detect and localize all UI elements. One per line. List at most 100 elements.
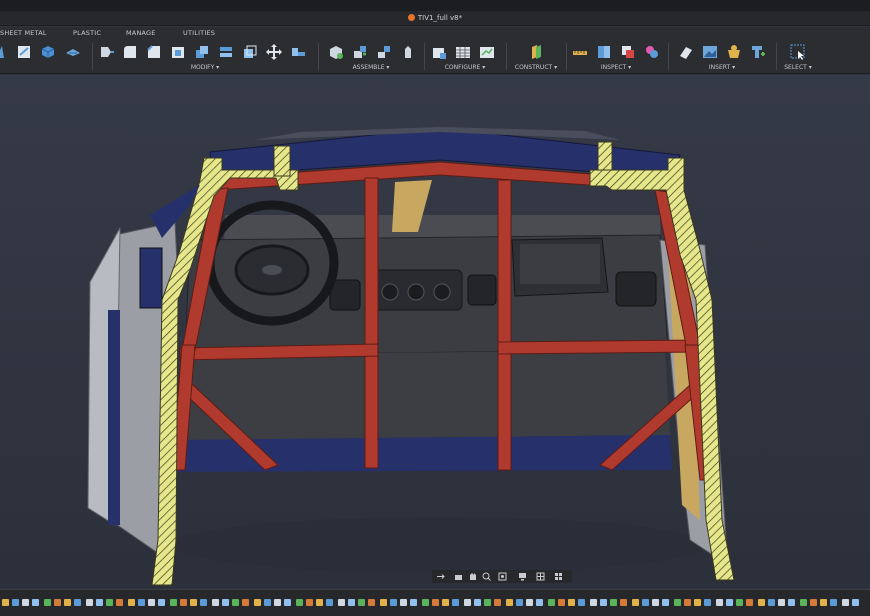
pan-icon[interactable] bbox=[468, 572, 477, 581]
timeline-feature[interactable] bbox=[138, 599, 145, 606]
timeline-feature[interactable] bbox=[54, 599, 61, 606]
timeline-feature[interactable] bbox=[400, 599, 407, 606]
tab-plastic[interactable]: PLASTIC bbox=[73, 29, 101, 37]
flange-icon[interactable] bbox=[0, 44, 10, 60]
timeline-feature[interactable] bbox=[704, 599, 711, 606]
tab-manage[interactable]: MANAGE bbox=[126, 29, 156, 37]
insert-mcmaster-icon[interactable] bbox=[726, 44, 742, 60]
timeline-feature[interactable] bbox=[32, 599, 39, 606]
timeline-feature[interactable] bbox=[410, 599, 417, 606]
timeline-feature[interactable] bbox=[820, 599, 827, 606]
select-icon[interactable] bbox=[790, 44, 806, 60]
timeline-feature[interactable] bbox=[600, 599, 607, 606]
insert-mesh-icon[interactable] bbox=[750, 44, 766, 60]
timeline-feature[interactable] bbox=[758, 599, 765, 606]
configure-group-label[interactable]: CONFIGURE ▾ bbox=[426, 64, 504, 71]
timeline-feature[interactable] bbox=[222, 599, 229, 606]
timeline-feature[interactable] bbox=[810, 599, 817, 606]
timeline-feature[interactable] bbox=[44, 599, 51, 606]
offset-plane-icon[interactable] bbox=[528, 44, 544, 60]
timeline-feature[interactable] bbox=[474, 599, 481, 606]
timeline-feature[interactable] bbox=[800, 599, 807, 606]
display-settings-icon[interactable] bbox=[518, 572, 527, 581]
fit-icon[interactable] bbox=[498, 572, 507, 581]
insert-canvas-icon[interactable] bbox=[702, 44, 718, 60]
timeline-feature[interactable] bbox=[254, 599, 261, 606]
timeline-feature[interactable] bbox=[306, 599, 313, 606]
timeline-feature[interactable] bbox=[452, 599, 459, 606]
rigid-group-icon[interactable] bbox=[400, 44, 416, 60]
timeline-feature[interactable] bbox=[852, 599, 859, 606]
timeline-feature[interactable] bbox=[746, 599, 753, 606]
tab-utilities[interactable]: UTILITIES bbox=[183, 29, 215, 37]
timeline-feature[interactable] bbox=[180, 599, 187, 606]
timeline-feature[interactable] bbox=[284, 599, 291, 606]
timeline-feature[interactable] bbox=[86, 599, 93, 606]
split-body-icon[interactable] bbox=[218, 44, 234, 60]
timeline-feature[interactable] bbox=[662, 599, 669, 606]
configure-design-icon[interactable] bbox=[431, 44, 447, 60]
timeline-feature[interactable] bbox=[12, 599, 19, 606]
shell-icon[interactable] bbox=[170, 44, 186, 60]
configuration-table-icon[interactable] bbox=[455, 44, 471, 60]
timeline-feature[interactable] bbox=[568, 599, 575, 606]
timeline-feature[interactable] bbox=[200, 599, 207, 606]
timeline-feature[interactable] bbox=[316, 599, 323, 606]
timeline-feature[interactable] bbox=[632, 599, 639, 606]
viewports-icon[interactable] bbox=[554, 572, 563, 581]
insert-group-label[interactable]: INSERT ▾ bbox=[670, 64, 774, 71]
timeline-feature[interactable] bbox=[380, 599, 387, 606]
timeline-feature[interactable] bbox=[548, 599, 555, 606]
timeline-feature[interactable] bbox=[326, 599, 333, 606]
construct-group-label[interactable]: CONSTRUCT ▾ bbox=[508, 64, 564, 71]
timeline-feature[interactable] bbox=[432, 599, 439, 606]
zoom-icon[interactable] bbox=[482, 572, 491, 581]
fillet-icon[interactable] bbox=[122, 44, 138, 60]
timeline-feature[interactable] bbox=[726, 599, 733, 606]
timeline-feature[interactable] bbox=[652, 599, 659, 606]
timeline-feature[interactable] bbox=[788, 599, 795, 606]
chamfer-icon[interactable] bbox=[146, 44, 162, 60]
timeline-feature[interactable] bbox=[422, 599, 429, 606]
timeline-feature[interactable] bbox=[274, 599, 281, 606]
timeline-feature[interactable] bbox=[494, 599, 501, 606]
timeline-feature[interactable] bbox=[674, 599, 681, 606]
document-title[interactable]: TIV1_full v8* bbox=[0, 13, 870, 23]
section-analysis-icon[interactable] bbox=[620, 44, 636, 60]
tab-sheet-metal[interactable]: SHEET METAL bbox=[0, 29, 47, 37]
combine-icon[interactable] bbox=[194, 44, 210, 60]
timeline-feature[interactable] bbox=[830, 599, 837, 606]
timeline-feature[interactable] bbox=[338, 599, 345, 606]
configuration-rules-icon[interactable] bbox=[479, 44, 495, 60]
canvas-viewport[interactable] bbox=[0, 75, 870, 588]
timeline-feature[interactable] bbox=[116, 599, 123, 606]
grid-icon[interactable] bbox=[536, 572, 545, 581]
timeline-feature[interactable] bbox=[484, 599, 491, 606]
interference-icon[interactable] bbox=[596, 44, 612, 60]
modify-group-label[interactable]: MODIFY ▾ bbox=[94, 64, 316, 71]
zebra-analysis-icon[interactable] bbox=[644, 44, 660, 60]
timeline-feature[interactable] bbox=[358, 599, 365, 606]
timeline-feature[interactable] bbox=[232, 599, 239, 606]
timeline-feature[interactable] bbox=[148, 599, 155, 606]
timeline-feature[interactable] bbox=[158, 599, 165, 606]
timeline-feature[interactable] bbox=[348, 599, 355, 606]
timeline-feature[interactable] bbox=[778, 599, 785, 606]
timeline-feature[interactable] bbox=[190, 599, 197, 606]
new-component-icon[interactable] bbox=[328, 44, 344, 60]
move-icon[interactable] bbox=[266, 44, 282, 60]
timeline-feature[interactable] bbox=[368, 599, 375, 606]
box-icon[interactable] bbox=[40, 44, 56, 60]
timeline-feature[interactable] bbox=[506, 599, 513, 606]
unfold-icon[interactable] bbox=[65, 44, 81, 60]
timeline-feature[interactable] bbox=[2, 599, 9, 606]
joint-icon[interactable] bbox=[352, 44, 368, 60]
timeline-feature[interactable] bbox=[242, 599, 249, 606]
timeline-feature[interactable] bbox=[22, 599, 29, 606]
timeline-feature[interactable] bbox=[558, 599, 565, 606]
orbit-icon[interactable] bbox=[436, 572, 445, 581]
timeline-feature[interactable] bbox=[716, 599, 723, 606]
timeline-feature[interactable] bbox=[464, 599, 471, 606]
sketch-sheet-icon[interactable] bbox=[16, 44, 32, 60]
timeline-feature[interactable] bbox=[128, 599, 135, 606]
